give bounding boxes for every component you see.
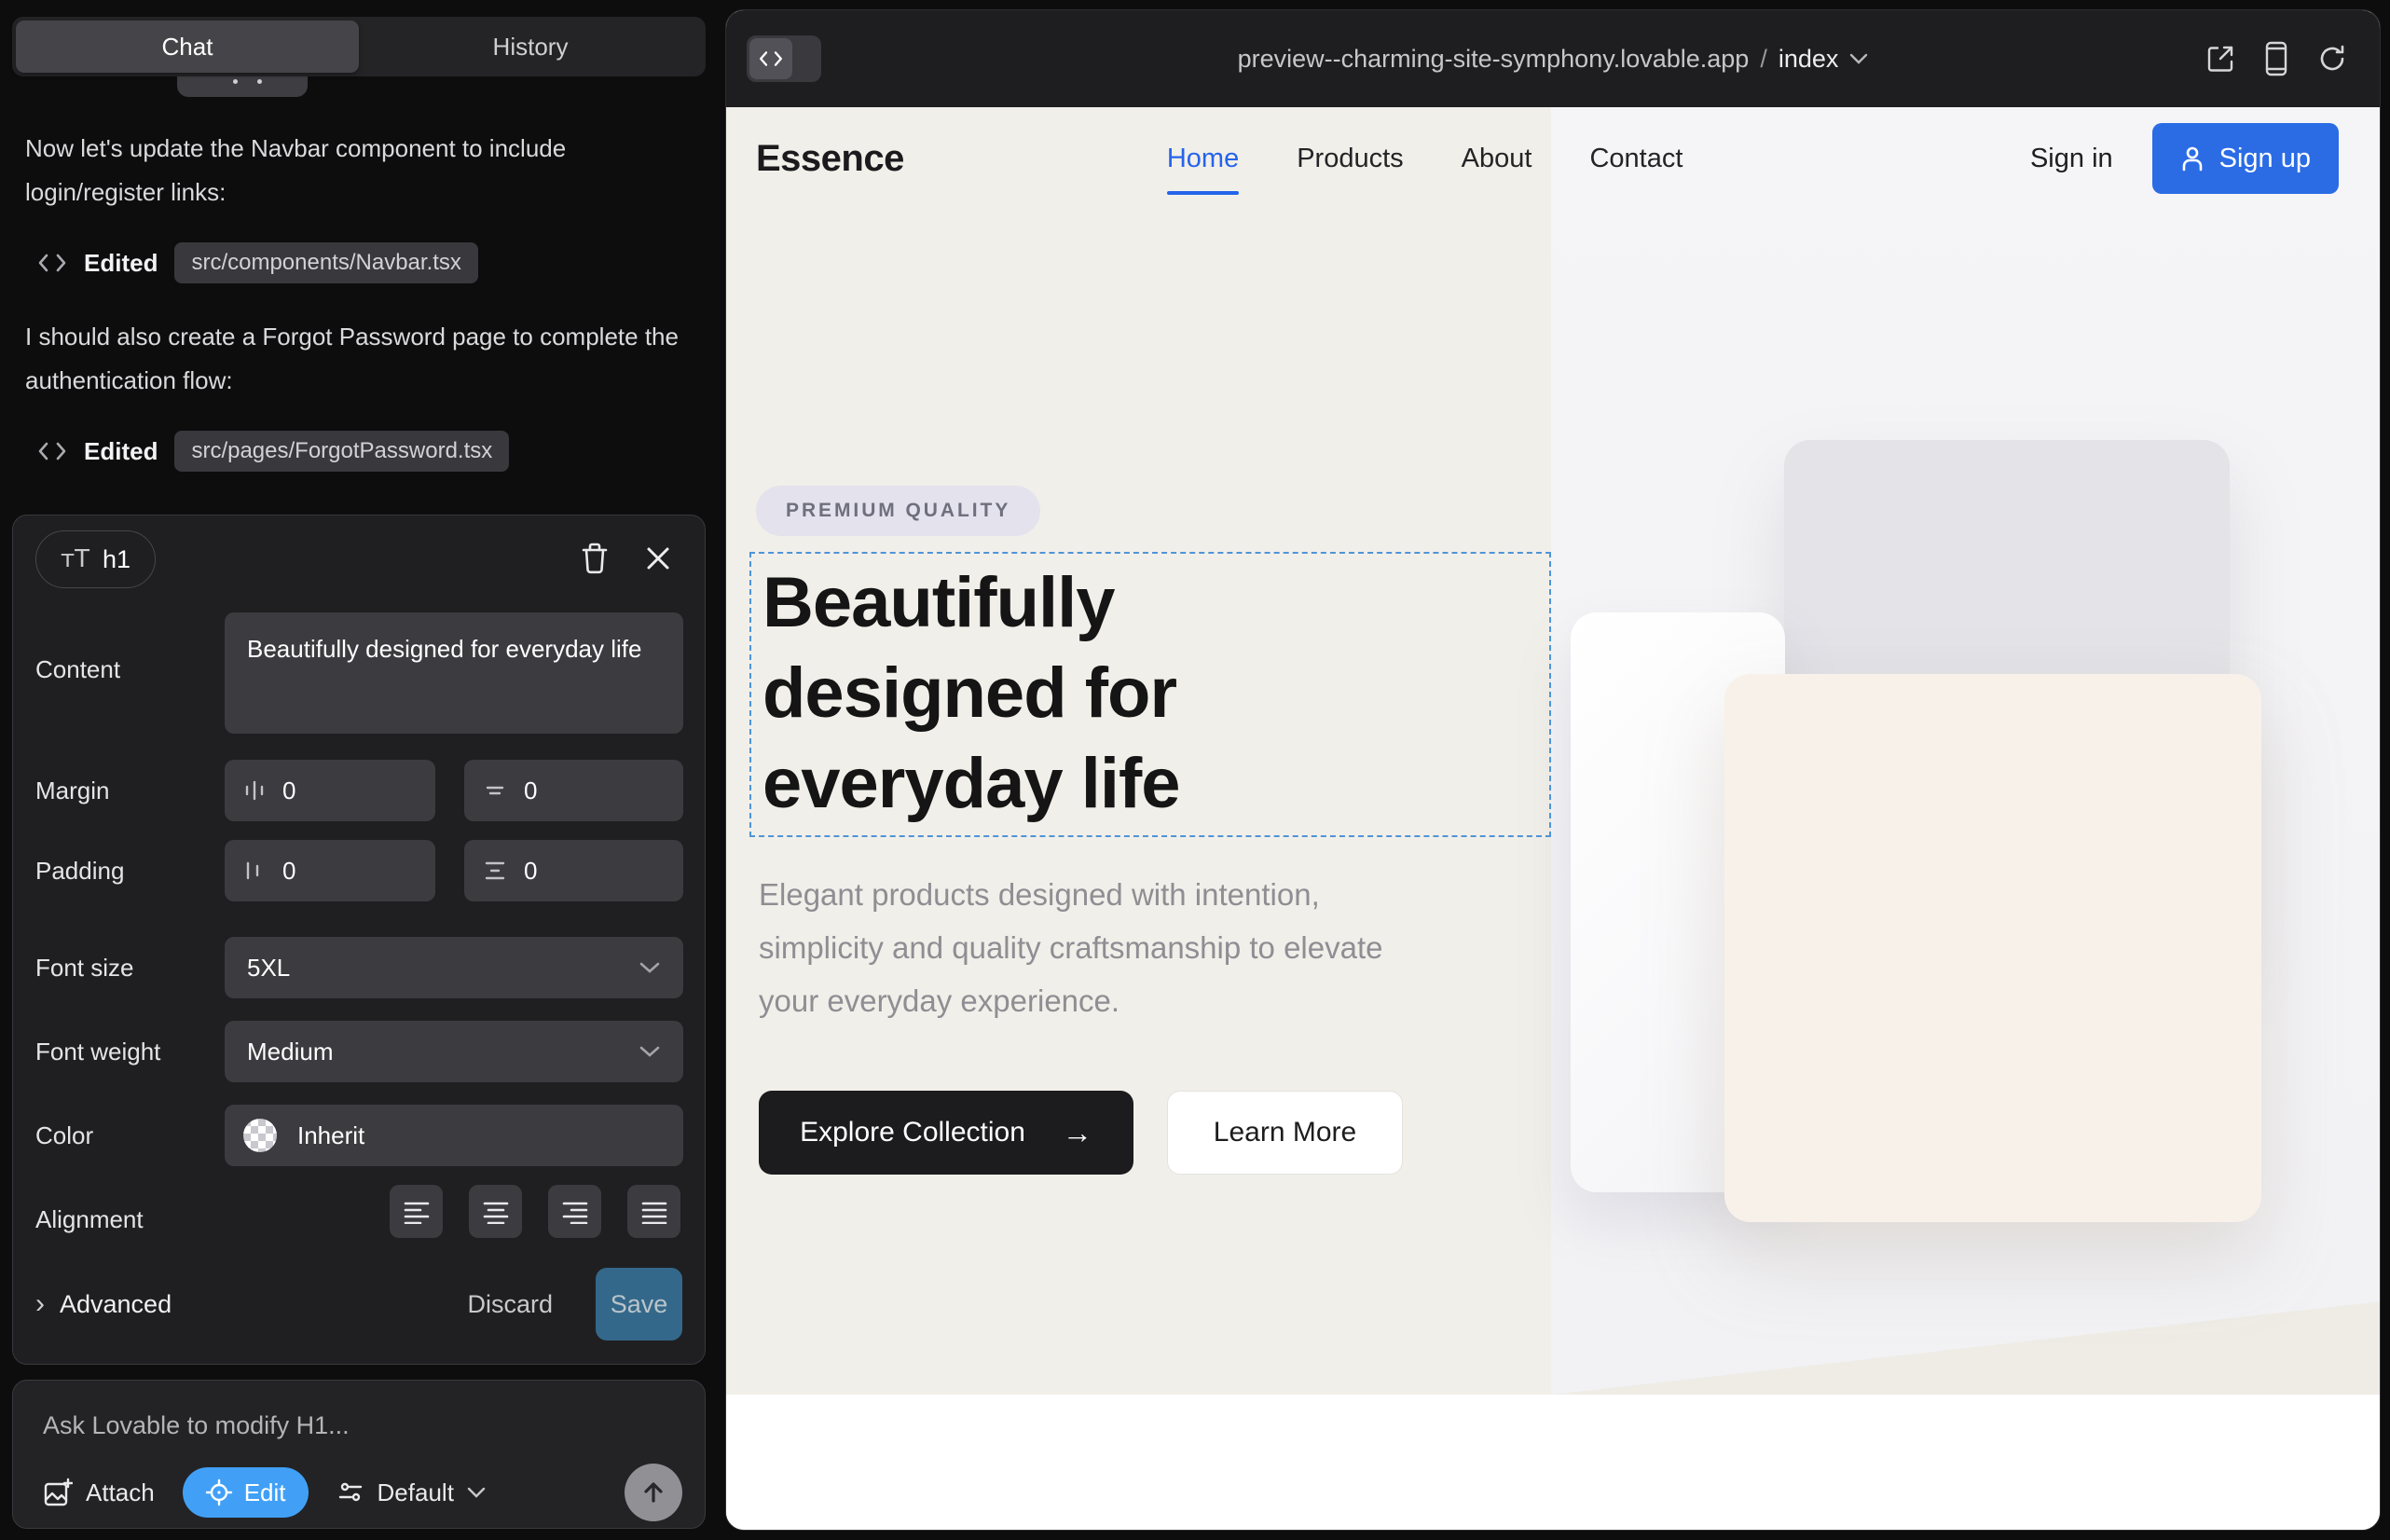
scrolled-badge-remnant xyxy=(177,75,308,97)
code-icon xyxy=(37,440,67,462)
site-canvas: Essence Home Products About Contact Sign… xyxy=(726,107,2380,1530)
chat-message: I should also create a Forgot Password p… xyxy=(25,315,687,403)
align-center-icon xyxy=(482,1200,510,1224)
content-label: Content xyxy=(35,655,120,684)
font-size-label: Font size xyxy=(35,954,134,983)
hero-description: Elegant products designed with intention… xyxy=(759,868,1411,1027)
color-field[interactable]: Inherit xyxy=(225,1105,683,1166)
open-external-icon[interactable] xyxy=(2205,43,2236,75)
chevron-down-icon xyxy=(1849,53,1868,64)
edited-file-row[interactable]: Edited src/components/Navbar.tsx xyxy=(37,239,478,287)
target-icon xyxy=(205,1478,233,1506)
color-label: Color xyxy=(35,1121,93,1150)
mobile-view-icon[interactable] xyxy=(2264,41,2288,76)
code-icon xyxy=(758,49,784,68)
discard-button[interactable]: Discard xyxy=(467,1290,553,1319)
content-textarea[interactable]: Beautifully designed for everyday life xyxy=(225,612,683,734)
margin-horizontal-icon xyxy=(243,778,266,803)
padding-vertical-icon xyxy=(483,859,507,883)
code-icon xyxy=(37,252,67,274)
margin-vertical-input[interactable]: 0 xyxy=(464,760,683,821)
chevron-down-icon xyxy=(467,1487,486,1498)
attach-button[interactable]: Attach xyxy=(43,1478,155,1507)
font-weight-label: Font weight xyxy=(35,1038,160,1066)
arrow-up-icon xyxy=(640,1479,666,1506)
nav-link-about[interactable]: About xyxy=(1462,144,1532,174)
preview-topbar: preview--charming-site-symphony.lovable.… xyxy=(726,10,2380,107)
chevron-down-icon xyxy=(639,961,661,974)
default-model-select[interactable]: Default xyxy=(337,1478,486,1507)
diagonal-accent xyxy=(1551,1301,2380,1395)
premium-quality-badge: PREMIUM QUALITY xyxy=(756,486,1040,536)
sign-in-link[interactable]: Sign in xyxy=(2030,144,2113,174)
font-size-select[interactable]: 5XL xyxy=(225,937,683,998)
lovable-sidebar: Chat History Now let's update the Navbar… xyxy=(0,0,725,1540)
preview-window: preview--charming-site-symphony.lovable.… xyxy=(725,9,2381,1531)
edited-file-row[interactable]: Edited src/pages/ForgotPassword.tsx xyxy=(37,427,509,475)
padding-label: Padding xyxy=(35,857,124,886)
send-button[interactable] xyxy=(625,1464,682,1521)
nav-link-contact[interactable]: Contact xyxy=(1589,144,1683,174)
chevron-right-icon: › xyxy=(35,1288,45,1320)
attach-image-icon xyxy=(43,1478,73,1507)
color-swatch xyxy=(243,1119,277,1152)
user-icon xyxy=(2180,145,2205,172)
hero-image-placeholder-cream xyxy=(1724,674,2261,1222)
url-host: preview--charming-site-symphony.lovable.… xyxy=(1238,45,1750,74)
margin-horizontal-input[interactable]: 0 xyxy=(225,760,435,821)
sign-up-button[interactable]: Sign up xyxy=(2152,123,2339,194)
site-navbar: Essence Home Products About Contact Sign… xyxy=(726,107,2380,210)
chat-message: Now let's update the Navbar component to… xyxy=(25,127,687,214)
refresh-icon[interactable] xyxy=(2316,43,2348,75)
edited-label: Edited xyxy=(84,437,158,466)
chat-history-tabs: Chat History xyxy=(12,17,706,76)
file-badge[interactable]: src/pages/ForgotPassword.tsx xyxy=(174,431,509,472)
hero-heading[interactable]: Beautifully designed for everyday life xyxy=(762,557,1180,829)
align-left-icon xyxy=(403,1200,431,1224)
margin-label: Margin xyxy=(35,777,109,805)
delete-element-button[interactable] xyxy=(574,538,615,579)
url-bar[interactable]: preview--charming-site-symphony.lovable.… xyxy=(726,45,2380,74)
element-editor-panel: ᴛT h1 Content Beautifully designed for e… xyxy=(12,515,706,1365)
padding-horizontal-icon xyxy=(243,859,266,883)
selected-element-chip[interactable]: ᴛT h1 xyxy=(35,530,156,588)
align-justify-button[interactable] xyxy=(627,1185,680,1238)
advanced-toggle[interactable]: › Advanced xyxy=(35,1288,172,1320)
align-right-icon xyxy=(561,1200,589,1224)
align-center-button[interactable] xyxy=(469,1185,522,1238)
sliders-icon xyxy=(337,1478,364,1506)
hero-art-zone xyxy=(1551,107,2380,1395)
url-separator: / xyxy=(1760,45,1767,74)
align-justify-icon xyxy=(640,1200,668,1224)
nav-link-products[interactable]: Products xyxy=(1297,144,1403,174)
font-weight-select[interactable]: Medium xyxy=(225,1021,683,1082)
url-path: index xyxy=(1779,45,1839,74)
file-badge[interactable]: src/components/Navbar.tsx xyxy=(174,242,477,283)
padding-vertical-input[interactable]: 0 xyxy=(464,840,683,901)
save-button[interactable]: Save xyxy=(596,1268,682,1341)
code-preview-toggle[interactable] xyxy=(747,35,821,82)
margin-vertical-icon xyxy=(483,778,507,803)
explore-collection-button[interactable]: Explore Collection → xyxy=(759,1091,1133,1175)
edited-label: Edited xyxy=(84,249,158,278)
alignment-label: Alignment xyxy=(35,1205,144,1234)
align-left-button[interactable] xyxy=(390,1185,443,1238)
prompt-input[interactable] xyxy=(43,1403,639,1448)
padding-horizontal-input[interactable]: 0 xyxy=(225,840,435,901)
h1-selection-outline[interactable]: Beautifully designed for everyday life xyxy=(749,552,1551,837)
tab-chat[interactable]: Chat xyxy=(16,21,359,73)
element-tag-label: h1 xyxy=(103,545,130,574)
site-logo[interactable]: Essence xyxy=(756,138,904,180)
learn-more-button[interactable]: Learn More xyxy=(1167,1091,1403,1175)
tab-history[interactable]: History xyxy=(359,21,702,73)
align-right-button[interactable] xyxy=(548,1185,601,1238)
nav-link-home[interactable]: Home xyxy=(1167,144,1239,174)
arrow-right-icon: → xyxy=(1063,1116,1092,1150)
prompt-composer: Attach Edit Default xyxy=(12,1380,706,1529)
close-icon[interactable] xyxy=(638,538,679,579)
chevron-down-icon xyxy=(639,1045,661,1058)
edit-mode-button[interactable]: Edit xyxy=(183,1467,309,1518)
typography-icon: ᴛT xyxy=(61,545,89,573)
